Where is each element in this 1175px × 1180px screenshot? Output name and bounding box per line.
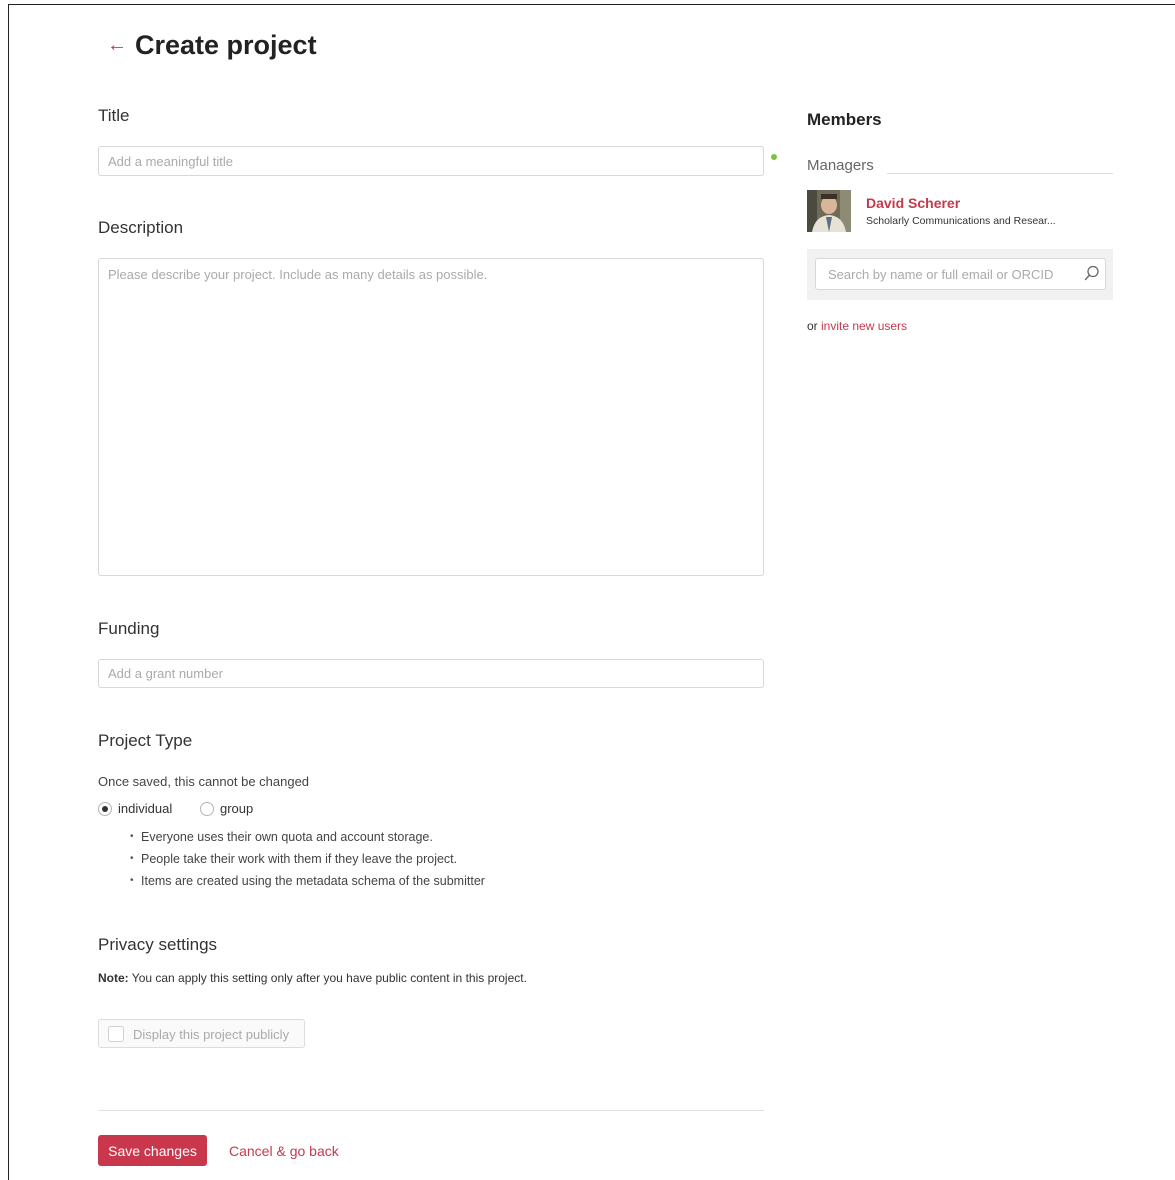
- avatar-photo: [807, 190, 851, 232]
- invite-new-users-link[interactable]: invite new users: [821, 319, 907, 333]
- members-heading: Members: [807, 110, 882, 129]
- save-changes-button[interactable]: Save changes: [98, 1135, 207, 1166]
- radio-option-individual[interactable]: individual: [98, 800, 172, 818]
- project-type-hint: Once saved, this cannot be changed: [98, 774, 310, 789]
- managers-label: Managers: [807, 157, 874, 174]
- cancel-go-back-link[interactable]: Cancel & go back: [229, 1143, 339, 1159]
- description-textarea[interactable]: [98, 258, 764, 576]
- title-input[interactable]: [98, 146, 764, 176]
- funding-input[interactable]: [98, 659, 764, 688]
- display-publicly-checkbox[interactable]: [108, 1026, 124, 1042]
- radio-option-group[interactable]: group: [200, 800, 253, 818]
- avatar: [807, 190, 851, 232]
- invite-line: or invite new users: [807, 319, 907, 333]
- privacy-note-text: You can apply this setting only after yo…: [128, 971, 527, 985]
- required-indicator-dot: [771, 154, 777, 160]
- radio-group[interactable]: [200, 801, 214, 816]
- privacy-note: Note: You can apply this setting only af…: [98, 971, 527, 985]
- invite-prefix: or: [807, 319, 822, 333]
- divider: [98, 1110, 764, 1111]
- manager-affiliation: Scholarly Communications and Resear...: [866, 215, 1056, 227]
- privacy-settings-label: Privacy settings: [98, 935, 218, 954]
- funding-label: Funding: [98, 619, 160, 638]
- radio-group-label: group: [220, 801, 254, 817]
- list-item: Everyone uses their own quota and accoun…: [130, 829, 485, 851]
- privacy-note-prefix: Note:: [98, 971, 129, 985]
- managers-divider: [887, 173, 1113, 174]
- radio-individual[interactable]: [98, 801, 112, 816]
- page-frame: [8, 4, 1175, 1180]
- display-publicly-label: Display this project publicly: [133, 1027, 290, 1042]
- description-label: Description: [98, 218, 184, 237]
- title-label: Title: [98, 106, 130, 125]
- radio-individual-label: individual: [118, 801, 173, 817]
- member-search-input[interactable]: [815, 258, 1106, 290]
- list-item: Items are created using the metadata sch…: [130, 873, 485, 895]
- manager-name[interactable]: David Scherer: [866, 195, 960, 211]
- search-icon[interactable]: [1083, 264, 1101, 282]
- page-title: Create project: [135, 30, 317, 60]
- back-arrow-icon[interactable]: ←: [107, 34, 127, 56]
- project-type-label: Project Type: [98, 731, 193, 750]
- project-type-details: Everyone uses their own quota and accoun…: [130, 829, 485, 895]
- list-item: People take their work with them if they…: [130, 851, 485, 873]
- display-publicly-toggle[interactable]: Display this project publicly: [98, 1019, 305, 1048]
